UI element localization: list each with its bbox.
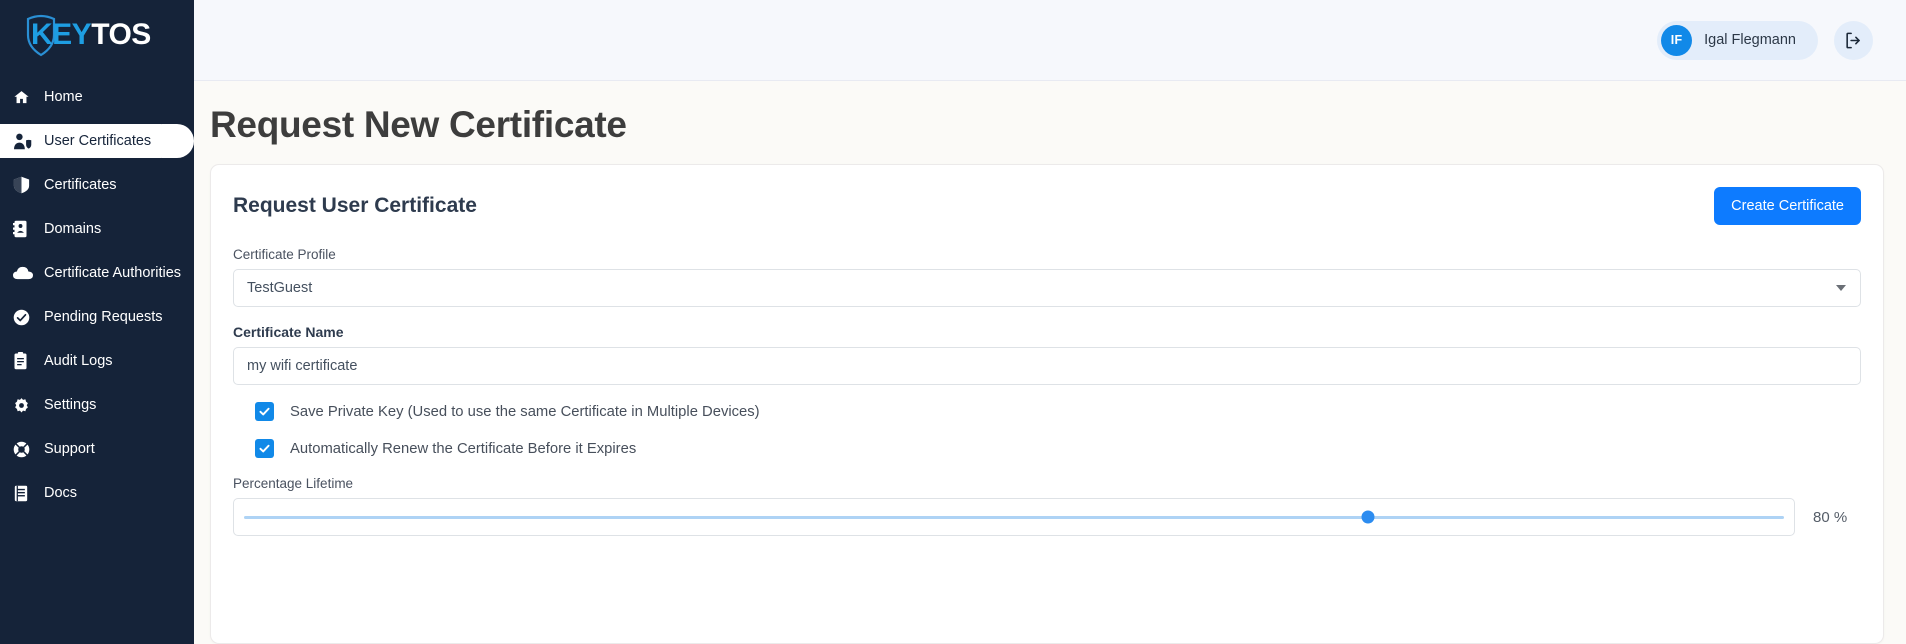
shield-icon xyxy=(13,176,35,194)
brand-logo[interactable]: KEYTOS xyxy=(0,0,194,70)
sidebar-item-label: User Certificates xyxy=(44,132,152,149)
home-icon xyxy=(13,89,35,106)
topbar: IF Igal Flegmann xyxy=(194,0,1906,81)
sidebar-item-label: Audit Logs xyxy=(44,352,113,369)
sidebar-item-label: Pending Requests xyxy=(44,308,163,325)
app-root: KEYTOS Home User Certificates Certificat… xyxy=(0,0,1906,644)
checkbox-checked-icon[interactable] xyxy=(255,439,274,458)
sidebar-item-home[interactable]: Home xyxy=(0,80,194,114)
lifebuoy-icon xyxy=(13,441,35,458)
user-name: Igal Flegmann xyxy=(1704,32,1796,48)
certificate-name-input[interactable] xyxy=(233,347,1861,385)
certificate-profile-value: TestGuest xyxy=(247,280,313,296)
book-icon xyxy=(13,485,35,502)
sidebar: KEYTOS Home User Certificates Certificat… xyxy=(0,0,194,644)
user-shield-icon xyxy=(13,133,35,150)
auto-renew-checkbox-row[interactable]: Automatically Renew the Certificate Befo… xyxy=(255,439,1861,458)
sidebar-item-label: Support xyxy=(44,440,95,457)
slider-track[interactable] xyxy=(244,510,1784,524)
percentage-lifetime-label: Percentage Lifetime xyxy=(233,476,354,491)
main-area: IF Igal Flegmann Request New Certificate… xyxy=(194,0,1906,644)
sidebar-item-label: Domains xyxy=(44,220,102,237)
sidebar-item-pending-requests[interactable]: Pending Requests xyxy=(0,300,194,334)
sidebar-item-label: Certificate Authorities xyxy=(44,264,182,281)
save-private-key-checkbox-row[interactable]: Save Private Key (Used to use the same C… xyxy=(255,402,1861,421)
address-book-icon xyxy=(13,220,35,238)
sidebar-item-label: Settings xyxy=(44,396,97,413)
sidebar-item-certificate-authorities[interactable]: Certificate Authorities xyxy=(0,256,194,290)
sidebar-item-label: Certificates xyxy=(44,176,117,193)
sidebar-item-docs[interactable]: Docs xyxy=(0,476,194,510)
sidebar-item-settings[interactable]: Settings xyxy=(0,388,194,422)
content-area: Request User Certificate Create Certific… xyxy=(194,164,1906,644)
create-certificate-button[interactable]: Create Certificate xyxy=(1714,187,1861,225)
certificate-profile-select[interactable]: TestGuest xyxy=(233,269,1861,307)
logout-button[interactable] xyxy=(1834,20,1873,60)
checkbox-checked-icon[interactable] xyxy=(255,402,274,421)
sidebar-item-label: Home xyxy=(44,88,83,105)
certificate-profile-field: Certificate Profile TestGuest xyxy=(233,247,1861,307)
checkbox-label: Save Private Key (Used to use the same C… xyxy=(290,403,760,420)
certificate-name-field: Certificate Name xyxy=(233,324,1861,385)
percentage-lifetime-value: 80 % xyxy=(1813,508,1848,526)
request-user-certificate-card: Request User Certificate Create Certific… xyxy=(210,164,1884,644)
sidebar-item-label: Docs xyxy=(44,484,78,501)
percentage-lifetime-slider[interactable] xyxy=(233,498,1795,536)
card-title: Request User Certificate xyxy=(233,194,477,217)
sidebar-item-audit-logs[interactable]: Audit Logs xyxy=(0,344,194,378)
certificate-profile-label: Certificate Profile xyxy=(233,247,336,262)
checkbox-label: Automatically Renew the Certificate Befo… xyxy=(290,440,637,457)
user-chip[interactable]: IF Igal Flegmann xyxy=(1657,20,1818,60)
brand-name-tos: TOS xyxy=(91,18,151,51)
clipboard-icon xyxy=(13,352,35,370)
page-title: Request New Certificate xyxy=(210,104,627,145)
cloud-icon xyxy=(13,266,35,280)
card-header: Request User Certificate Create Certific… xyxy=(211,165,1883,237)
sidebar-item-user-certificates[interactable]: User Certificates xyxy=(0,124,194,158)
slider-thumb[interactable] xyxy=(1361,510,1375,524)
gear-icon xyxy=(13,397,35,414)
brand-name-key: KEY xyxy=(31,18,92,51)
check-circle-icon xyxy=(13,309,35,326)
sidebar-item-domains[interactable]: Domains xyxy=(0,212,194,246)
sidebar-nav: Home User Certificates Certificates Doma… xyxy=(0,80,194,510)
chevron-down-icon xyxy=(1836,285,1846,291)
certificate-name-label: Certificate Name xyxy=(233,324,344,340)
logout-icon xyxy=(1846,32,1860,48)
percentage-lifetime-field: Percentage Lifetime 80 % xyxy=(233,476,1861,536)
avatar: IF xyxy=(1661,24,1693,56)
sidebar-item-certificates[interactable]: Certificates xyxy=(0,168,194,202)
sidebar-item-support[interactable]: Support xyxy=(0,432,194,466)
certificate-form: Certificate Profile TestGuest Certificat… xyxy=(211,237,1883,577)
